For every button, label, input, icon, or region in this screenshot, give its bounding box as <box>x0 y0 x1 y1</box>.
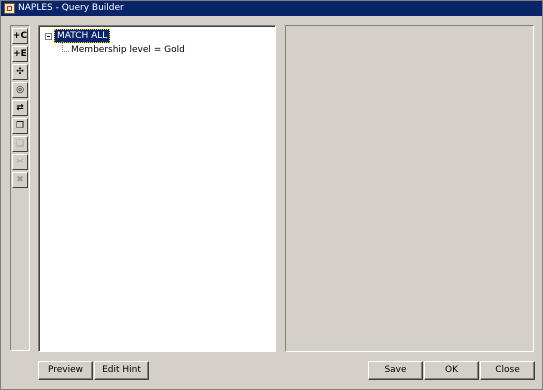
tree-child-node[interactable]: Membership level = Gold <box>71 45 185 55</box>
save-button-label: Save <box>384 365 407 375</box>
title-bar: NAPLES - Query Builder <box>1 1 542 16</box>
paste-button[interactable]: ❏ <box>12 136 28 152</box>
group-button[interactable]: ✣ <box>12 64 28 80</box>
query-builder-window: NAPLES - Query Builder +C +E ✣ ◎ ⇄ ❐ ❏ ✂… <box>0 0 543 390</box>
add-condition-button[interactable]: +C <box>12 28 28 44</box>
detail-panel <box>285 25 534 352</box>
copy-button[interactable]: ❐ <box>12 118 28 134</box>
ungroup-icon: ◎ <box>16 84 24 95</box>
edit-hint-button-label: Edit Hint <box>102 365 141 375</box>
add-expression-button[interactable]: +E <box>12 46 28 62</box>
collapse-icon[interactable] <box>45 32 52 40</box>
close-button-label: Close <box>495 365 520 375</box>
tree-root-node[interactable]: MATCH ALL <box>45 29 111 43</box>
ok-button-label: OK <box>445 365 458 375</box>
copy-icon: ❐ <box>15 120 25 131</box>
paste-icon: ❏ <box>15 138 25 149</box>
vertical-toolbar: +C +E ✣ ◎ ⇄ ❐ ❏ ✂ ✖ <box>10 25 30 351</box>
edit-hint-button[interactable]: Edit Hint <box>94 361 149 380</box>
swap-button[interactable]: ⇄ <box>12 100 28 116</box>
cut-button[interactable]: ✂ <box>12 154 28 170</box>
preview-button-label: Preview <box>47 365 84 375</box>
delete-icon: ✖ <box>16 174 24 185</box>
tree-connector-branch <box>62 51 69 53</box>
tree-frame: MATCH ALL Membership level = Gold <box>39 26 275 351</box>
ungroup-button[interactable]: ◎ <box>12 82 28 98</box>
delete-button[interactable]: ✖ <box>12 172 28 188</box>
swap-icon: ⇄ <box>16 102 24 113</box>
add-expression-icon: +E <box>13 48 27 59</box>
query-tree-panel[interactable]: MATCH ALL Membership level = Gold <box>38 25 276 352</box>
window-title: NAPLES - Query Builder <box>18 3 124 13</box>
app-icon <box>4 3 15 14</box>
add-condition-icon: +C <box>12 30 28 41</box>
save-button[interactable]: Save <box>368 361 423 380</box>
cut-icon: ✂ <box>16 156 24 167</box>
ok-button[interactable]: OK <box>424 361 479 380</box>
group-icon: ✣ <box>16 66 24 77</box>
preview-button[interactable]: Preview <box>38 361 93 380</box>
close-button[interactable]: Close <box>480 361 535 380</box>
